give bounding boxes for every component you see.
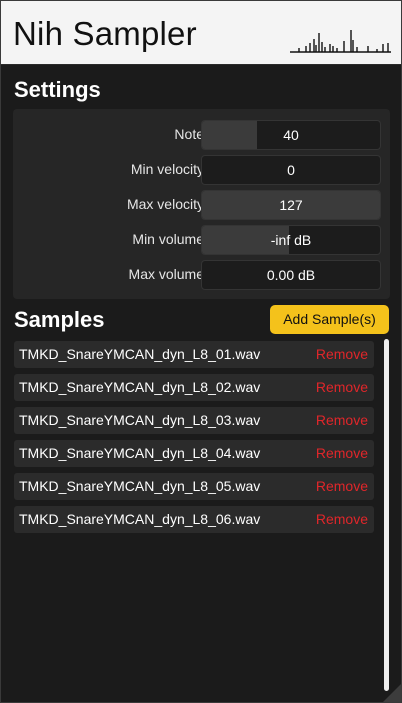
sample-name: TMKD_SnareYMCAN_dyn_L8_02.wav <box>19 379 261 395</box>
sample-name: TMKD_SnareYMCAN_dyn_L8_04.wav <box>19 445 261 461</box>
setting-row-min-velocity: Min velocity 0 <box>13 154 390 185</box>
sample-list-item: TMKD_SnareYMCAN_dyn_L8_05.wav Remove <box>14 473 374 500</box>
remove-sample-button[interactable]: Remove <box>316 440 368 467</box>
waveform-icon <box>290 30 391 53</box>
samples-heading: Samples <box>14 307 105 332</box>
max-volume-slider[interactable]: 0.00 dB <box>201 260 381 290</box>
setting-label: Max volume <box>128 266 204 282</box>
sample-list-item: TMKD_SnareYMCAN_dyn_L8_02.wav Remove <box>14 374 374 401</box>
sample-list-item: TMKD_SnareYMCAN_dyn_L8_03.wav Remove <box>14 407 374 434</box>
sample-list-item: TMKD_SnareYMCAN_dyn_L8_04.wav Remove <box>14 440 374 467</box>
remove-sample-button[interactable]: Remove <box>316 374 368 401</box>
sample-name: TMKD_SnareYMCAN_dyn_L8_06.wav <box>19 511 261 527</box>
add-samples-button[interactable]: Add Sample(s) <box>270 305 389 334</box>
sample-list-item: TMKD_SnareYMCAN_dyn_L8_06.wav Remove <box>14 506 374 533</box>
sample-name: TMKD_SnareYMCAN_dyn_L8_01.wav <box>19 346 261 362</box>
slider-value: 40 <box>283 127 299 143</box>
setting-row-max-volume: Max volume 0.00 dB <box>13 259 390 290</box>
setting-label: Max velocity <box>126 196 204 212</box>
min-velocity-slider[interactable]: 0 <box>201 155 381 185</box>
resize-handle-icon[interactable] <box>383 684 401 702</box>
remove-sample-button[interactable]: Remove <box>316 407 368 434</box>
note-slider[interactable]: 40 <box>201 120 381 150</box>
remove-sample-button[interactable]: Remove <box>316 506 368 533</box>
samples-scrollbar[interactable] <box>384 339 389 691</box>
sample-name: TMKD_SnareYMCAN_dyn_L8_03.wav <box>19 412 261 428</box>
app-title: Nih Sampler <box>13 15 197 52</box>
samples-list: TMKD_SnareYMCAN_dyn_L8_01.wav Remove TMK… <box>14 339 376 699</box>
remove-sample-button[interactable]: Remove <box>316 341 368 368</box>
slider-value: 0 <box>287 162 295 178</box>
plugin-window: Nih Sampler Settings Note 40 Min velocit… <box>0 0 402 703</box>
min-volume-slider[interactable]: -inf dB <box>201 225 381 255</box>
setting-row-min-volume: Min volume -inf dB <box>13 224 390 255</box>
settings-heading: Settings <box>14 77 101 102</box>
slider-value: 127 <box>279 197 303 213</box>
remove-sample-button[interactable]: Remove <box>316 473 368 500</box>
setting-label: Min velocity <box>130 161 204 177</box>
scrollbar-thumb[interactable] <box>384 339 389 691</box>
header-bar: Nih Sampler <box>1 1 401 65</box>
slider-value: -inf dB <box>270 232 312 248</box>
sample-name: TMKD_SnareYMCAN_dyn_L8_05.wav <box>19 478 261 494</box>
sample-list-item: TMKD_SnareYMCAN_dyn_L8_01.wav Remove <box>14 341 374 368</box>
settings-panel: Note 40 Min velocity 0 Max velocity 127 … <box>13 109 390 299</box>
slider-value: 0.00 dB <box>266 267 316 283</box>
max-velocity-slider[interactable]: 127 <box>201 190 381 220</box>
setting-row-note: Note 40 <box>13 119 390 150</box>
setting-row-max-velocity: Max velocity 127 <box>13 189 390 220</box>
setting-label: Min volume <box>132 231 204 247</box>
setting-label: Note <box>174 126 204 142</box>
